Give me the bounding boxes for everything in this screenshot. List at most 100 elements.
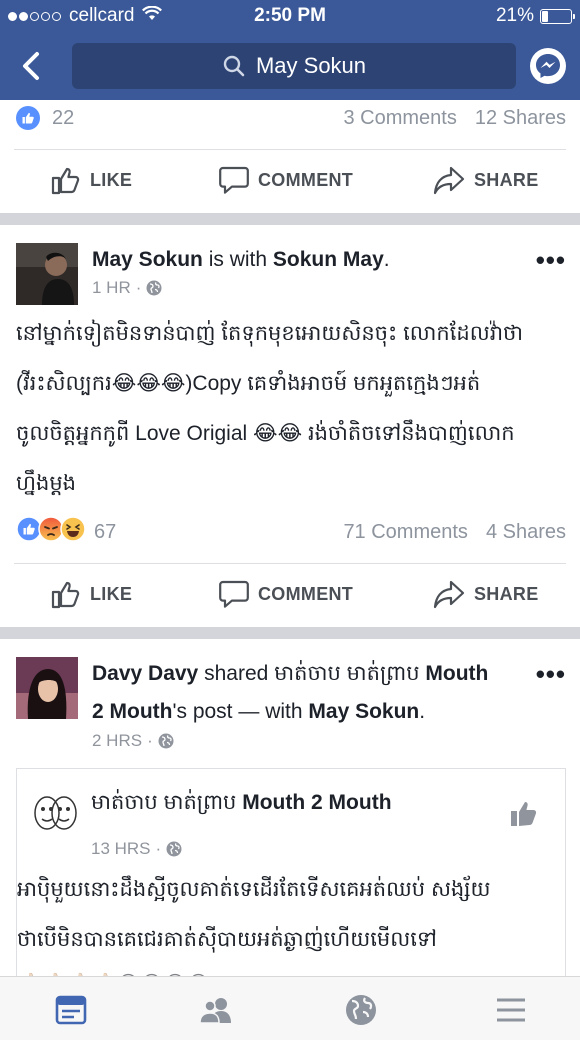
shared-post-title: មាត់ចាប មាត់ព្រាប Mouth 2 Mouth	[91, 789, 392, 820]
thumbs-up-icon	[51, 167, 80, 195]
with-text: is with	[208, 248, 268, 271]
tab-news-feed[interactable]	[54, 993, 88, 1027]
news-feed-icon	[55, 995, 87, 1025]
previous-post-actions: LIKE COMMENT SHARE	[0, 152, 580, 208]
nav-row: May Sokun	[0, 40, 580, 92]
shared-text: shared	[204, 662, 269, 685]
reaction-count: 22	[52, 106, 75, 129]
author-link[interactable]: May Sokun	[92, 248, 203, 271]
globe-icon	[346, 995, 376, 1025]
reaction-count: 67	[94, 520, 117, 543]
more-options-button[interactable]: •••	[536, 247, 566, 273]
tab-friends[interactable]	[198, 993, 232, 1027]
divider	[14, 563, 566, 564]
share-label: SHARE	[474, 169, 539, 190]
post-header: Davy Davy shared មាត់ចាប មាត់ព្រាប Mouth…	[16, 657, 566, 757]
page-name-kh[interactable]: មាត់ចាប មាត់ព្រាប	[91, 791, 236, 814]
post-text-line: នៅម្នាក់ទៀតមិនទាន់បាញ់ តែទុកមុខអោយសិនចុះ…	[16, 322, 524, 345]
emoji-line: 👍🏼👍🏼👍🏼👍🏼😂😂😂😂	[17, 959, 565, 976]
clock: 2:50 PM	[254, 5, 326, 26]
tab-notifications[interactable]	[344, 993, 378, 1027]
status-bar: cellcard 2:50 PM 21%	[0, 0, 580, 32]
like-button[interactable]: LIKE	[50, 578, 132, 610]
chevron-left-icon	[23, 52, 39, 80]
news-feed: 22 3 Comments 12 Shares LIKE COMMENT SHA…	[0, 100, 580, 976]
author-link[interactable]: Davy Davy	[92, 662, 198, 685]
post-text-line: ចូលចិត្តអ្នកកូពី Love Origial 😂😂 រង់ចាំត…	[16, 422, 515, 445]
top-bar: cellcard 2:50 PM 21% May Sokun	[0, 0, 580, 100]
like-label: LIKE	[90, 169, 133, 190]
page-link-en-2[interactable]: 2 Mouth	[92, 700, 172, 723]
like-label: LIKE	[90, 583, 133, 604]
tagged-user-link[interactable]: May Sokun	[308, 700, 419, 723]
share-label: SHARE	[474, 583, 539, 604]
avatar[interactable]	[16, 657, 78, 719]
messenger-icon	[536, 54, 560, 78]
post-text-line: អាប៉ិមួយនោះដឹងស្អីចូលគាត់ទេដើរតែទើសគេអត់…	[17, 878, 491, 901]
page-avatar[interactable]	[33, 791, 77, 835]
globe-icon	[158, 733, 174, 749]
like-reaction-icon	[16, 106, 40, 130]
previous-post-reactions[interactable]: 22 3 Comments 12 Shares	[16, 100, 566, 136]
post-meta: 1 HR ·	[92, 278, 162, 298]
shared-post-body: អាប៉ិមួយនោះដឹងស្អីចូលគាត់ទេដើរតែទើសគេអត់…	[17, 865, 565, 976]
divider	[14, 149, 566, 150]
back-button[interactable]	[14, 48, 50, 84]
comment-button[interactable]: COMMENT	[218, 164, 353, 196]
avatar[interactable]	[16, 243, 78, 305]
share-button[interactable]: SHARE	[432, 164, 539, 196]
comment-button[interactable]: COMMENT	[218, 578, 353, 610]
menu-icon	[497, 998, 525, 1022]
comment-icon	[219, 580, 249, 608]
post-text-line: ថាបើមិនបានគេជេរគាត់ស៊ីបាយអត់ឆ្ងាញ់ហើយមើល…	[17, 928, 437, 951]
comments-count-link[interactable]: 3 Comments	[343, 107, 456, 130]
more-options-button[interactable]: •••	[536, 661, 566, 687]
post-text-line: (វីរះសិល្បករ😂😂😂)Copy គេទាំងអាចម៍ មកអួតក្…	[16, 372, 481, 395]
post-meta: 2 HRS ·	[92, 731, 174, 751]
comments-count-link[interactable]: 71 Comments	[343, 521, 468, 544]
page-link-en[interactable]: Mouth	[425, 662, 488, 685]
post-title: Davy Davy shared មាត់ចាប មាត់ព្រាប Mouth…	[92, 662, 489, 723]
post-text-fragment: 's post — with	[172, 700, 303, 723]
tab-menu[interactable]	[494, 993, 528, 1027]
post-reactions[interactable]: 67 71 Comments 4 Shares	[16, 514, 566, 550]
messenger-button[interactable]	[530, 48, 566, 84]
battery-icon	[540, 8, 575, 24]
status-right: 21%	[495, 5, 575, 27]
thumbs-up-icon	[511, 802, 537, 826]
shared-post-meta: 13 HRS ·	[91, 839, 182, 859]
shared-post-card[interactable]: មាត់ចាប មាត់ព្រាប Mouth 2 Mouth 13 HRS ·…	[16, 768, 566, 976]
comment-icon	[219, 166, 249, 194]
page-link[interactable]: មាត់ចាប មាត់ព្រាប	[274, 662, 419, 685]
globe-icon	[146, 280, 162, 296]
share-button[interactable]: SHARE	[432, 578, 539, 610]
timestamp[interactable]: 1 HR	[92, 278, 131, 298]
battery-percent: 21%	[495, 5, 534, 26]
share-arrow-icon	[433, 580, 465, 609]
comment-label: COMMENT	[258, 169, 354, 190]
search-input[interactable]: May Sokun	[72, 43, 516, 89]
feed-separator	[0, 627, 580, 639]
shares-count-link[interactable]: 12 Shares	[475, 107, 566, 130]
feed-separator	[0, 213, 580, 225]
post-body: នៅម្នាក់ទៀតមិនទាន់បាញ់ តែទុកមុខអោយសិនចុះ…	[16, 309, 566, 509]
post-title: May Sokun is with Sokun May.	[92, 248, 390, 271]
post-actions: LIKE COMMENT SHARE	[0, 566, 580, 622]
globe-icon	[166, 841, 182, 857]
like-button[interactable]: LIKE	[50, 164, 132, 196]
haha-reaction-icon	[60, 516, 86, 548]
page-name-en[interactable]: Mouth 2 Mouth	[242, 791, 391, 814]
share-arrow-icon	[433, 166, 465, 195]
post-text-line: ហ្នឹងម្តង	[16, 472, 76, 495]
timestamp[interactable]: 2 HRS	[92, 731, 142, 751]
thumbs-up-icon	[51, 581, 80, 609]
meme-face-icon	[33, 791, 77, 835]
reaction-icons	[16, 516, 86, 548]
tagged-user-link[interactable]: Sokun May	[273, 248, 384, 271]
like-page-button[interactable]	[509, 797, 541, 834]
shares-count-link[interactable]: 4 Shares	[486, 521, 566, 544]
timestamp[interactable]: 13 HRS	[91, 839, 151, 859]
bottom-tab-bar	[0, 976, 580, 1040]
search-query: May Sokun	[255, 53, 367, 78]
search-icon	[223, 55, 245, 77]
